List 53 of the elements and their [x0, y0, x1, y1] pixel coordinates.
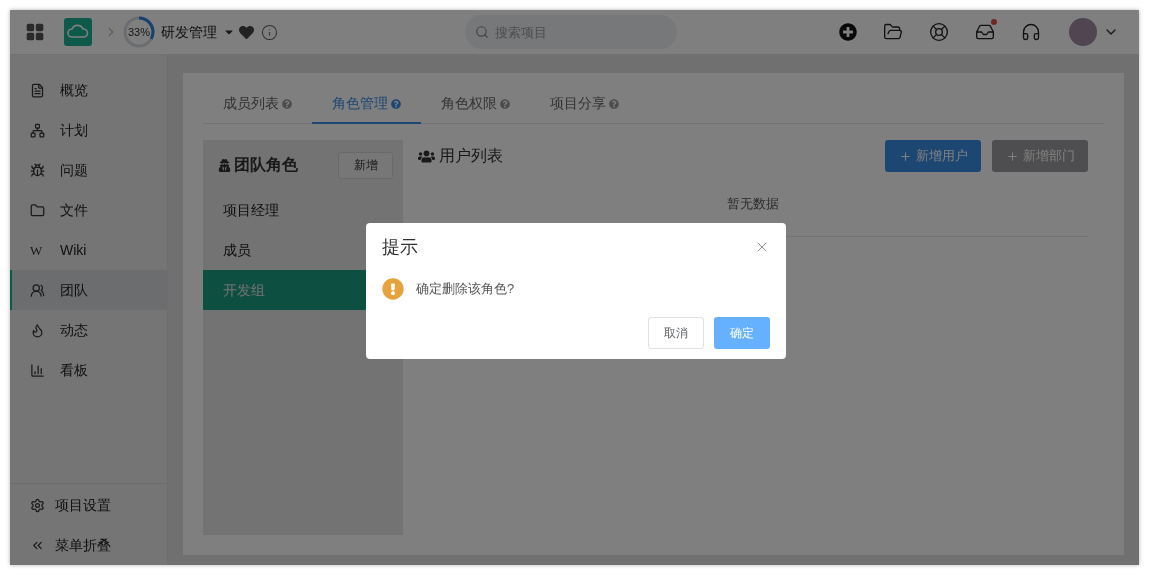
tab[interactable]: 角色管理: [312, 85, 421, 124]
sidebar-item[interactable]: 文件: [10, 190, 167, 230]
panel-title: 团队角色: [234, 155, 298, 175]
tab[interactable]: 角色权限: [421, 85, 530, 124]
help-icon: [500, 98, 510, 109]
sidebar-item[interactable]: 问题: [10, 150, 167, 190]
sidebar-item[interactable]: 菜单折叠: [10, 525, 167, 565]
tab[interactable]: 成员列表: [203, 85, 312, 124]
warning-icon: [382, 278, 404, 300]
help-icon: [282, 98, 292, 109]
plus-icon: [898, 149, 912, 163]
chart-icon: [30, 362, 45, 378]
hierarchy-icon: [30, 122, 45, 138]
add-button[interactable]: 新增用户: [885, 140, 981, 172]
add-icon[interactable]: [839, 23, 857, 41]
sidebar-item[interactable]: 看板: [10, 350, 167, 390]
confirm-button[interactable]: 确定: [714, 317, 770, 349]
progress-label: 33%: [128, 26, 150, 38]
wiki-icon: W: [30, 243, 45, 257]
headset-icon[interactable]: [1021, 22, 1041, 42]
section-title: 用户列表: [439, 146, 503, 166]
inbox-icon[interactable]: [975, 22, 995, 42]
info-icon[interactable]: [261, 23, 278, 41]
project-title[interactable]: 研发管理: [161, 21, 217, 43]
tab[interactable]: 项目分享: [530, 85, 639, 124]
team-icon: [30, 282, 45, 298]
sidebar-item[interactable]: 计划: [10, 110, 167, 150]
search-icon: [475, 25, 489, 39]
progress-ring: [122, 15, 156, 49]
sidebar-item[interactable]: 概览: [10, 70, 167, 110]
empty-text: 暂无数据: [727, 195, 779, 214]
dialog-message: 确定删除该角色?: [416, 280, 515, 299]
sidebar-item[interactable]: 项目设置: [10, 485, 167, 525]
lifebuoy-icon[interactable]: [929, 22, 949, 42]
sidebar-item[interactable]: 团队: [10, 270, 167, 310]
apps-grid-icon[interactable]: [25, 22, 45, 42]
folder-icon[interactable]: [883, 22, 903, 42]
plus-icon: [1005, 149, 1019, 163]
sidebar-item[interactable]: W Wiki: [10, 230, 167, 270]
role-item[interactable]: 项目经理: [203, 190, 403, 230]
cancel-button[interactable]: 取消: [648, 317, 704, 349]
flame-icon: [30, 322, 45, 338]
sidebar-item[interactable]: 动态: [10, 310, 167, 350]
dialog-title: 提示: [382, 235, 418, 259]
add-button[interactable]: 新增: [338, 151, 393, 179]
heart-icon[interactable]: [239, 24, 254, 40]
settings-icon: [30, 497, 45, 513]
help-icon: [609, 98, 619, 109]
document-icon: [30, 82, 45, 98]
help-icon: [391, 98, 401, 109]
bug-icon: [30, 162, 45, 178]
folder-icon: [30, 202, 45, 218]
user-icon: [218, 158, 231, 172]
